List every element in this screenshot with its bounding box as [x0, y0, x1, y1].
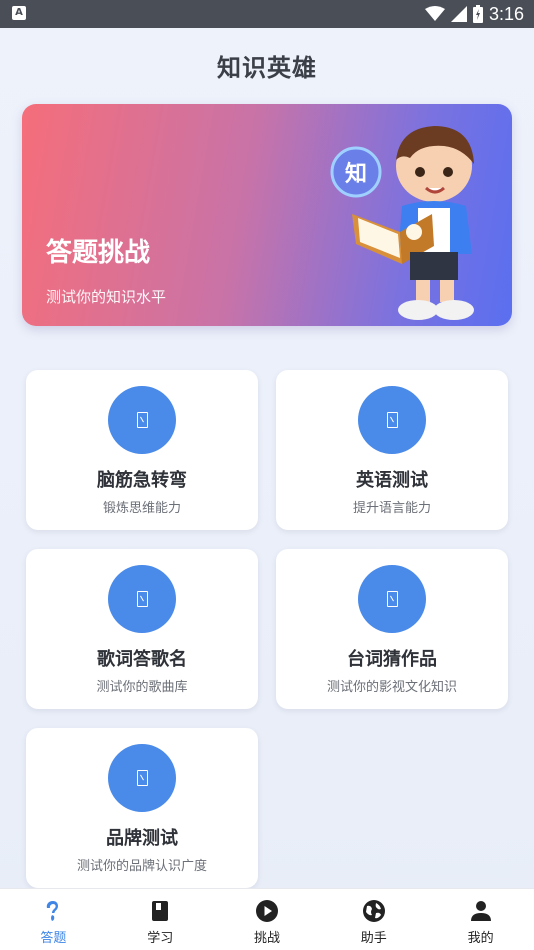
- banner-subtitle: 测试你的知识水平: [46, 288, 167, 306]
- card-title: 英语测试: [356, 470, 428, 491]
- card-subtitle: 锻炼思维能力: [102, 501, 181, 516]
- missing-glyph-icon: [358, 565, 426, 633]
- card-brand-test[interactable]: 品牌测试 测试你的品牌认识广度: [26, 728, 258, 888]
- quiz-icon: [47, 901, 59, 921]
- banner-title: 答题挑战: [46, 238, 151, 268]
- card-brain-teaser[interactable]: 脑筋急转弯 锻炼思维能力: [26, 370, 258, 530]
- nav-label: 助手: [360, 931, 387, 946]
- play-icon: [255, 900, 278, 922]
- card-title: 脑筋急转弯: [97, 470, 187, 491]
- nav-item-challenge[interactable]: 挑战: [214, 889, 321, 950]
- card-title: 歌词答歌名: [97, 649, 187, 670]
- nav-label: 挑战: [253, 931, 280, 946]
- page-title: 知识英雄: [217, 54, 317, 82]
- card-subtitle: 测试你的歌曲库: [96, 680, 188, 695]
- cellular-signal-icon: [450, 6, 467, 22]
- book-icon: [152, 901, 169, 921]
- status-bar: A 3:16: [0, 0, 534, 28]
- app-screen: A 3:16 知识英雄 答题挑战 测试你的知识水平 知 脑筋急转弯 锻炼思维能力…: [0, 0, 534, 950]
- missing-glyph-icon: [108, 386, 176, 454]
- nav-label: 学习: [147, 931, 174, 946]
- status-time: 3:16: [488, 3, 524, 24]
- mascot-badge-text: 知: [345, 161, 367, 187]
- nav-item-assistant[interactable]: 助手: [320, 889, 427, 950]
- nav-label: 我的: [467, 931, 494, 946]
- nav-item-quiz[interactable]: 答题: [0, 889, 107, 950]
- quiz-challenge-banner[interactable]: 答题挑战 测试你的知识水平 知: [22, 104, 512, 326]
- card-subtitle: 提升语言能力: [352, 501, 431, 516]
- card-lines-guess-work[interactable]: 台词猜作品 测试你的影视文化知识: [276, 549, 508, 709]
- globe-icon: [362, 900, 385, 922]
- card-subtitle: 测试你的品牌认识广度: [76, 859, 207, 874]
- notification-app-icon: A: [12, 6, 26, 20]
- status-bar-right: 3:16: [424, 3, 524, 25]
- card-title: 台词猜作品: [347, 649, 437, 670]
- card-lyrics-guess-song[interactable]: 歌词答歌名 测试你的歌曲库: [26, 549, 258, 709]
- missing-glyph-icon: [108, 565, 176, 633]
- mascot-boy-reading-illustration: 知: [330, 126, 474, 320]
- card-subtitle: 测试你的影视文化知识: [326, 680, 457, 695]
- card-title: 品牌测试: [106, 828, 178, 849]
- nav-item-study[interactable]: 学习: [107, 889, 214, 950]
- wifi-icon: [424, 6, 445, 21]
- nav-label: 答题: [40, 931, 67, 946]
- missing-glyph-icon: [108, 744, 176, 812]
- battery-icon: [472, 5, 483, 23]
- nav-item-profile[interactable]: 我的: [427, 889, 534, 950]
- bottom-nav: 答题 学习 挑战 助手 我的: [0, 888, 534, 950]
- person-icon: [470, 901, 491, 921]
- missing-glyph-icon: [358, 386, 426, 454]
- card-english-test[interactable]: 英语测试 提升语言能力: [276, 370, 508, 530]
